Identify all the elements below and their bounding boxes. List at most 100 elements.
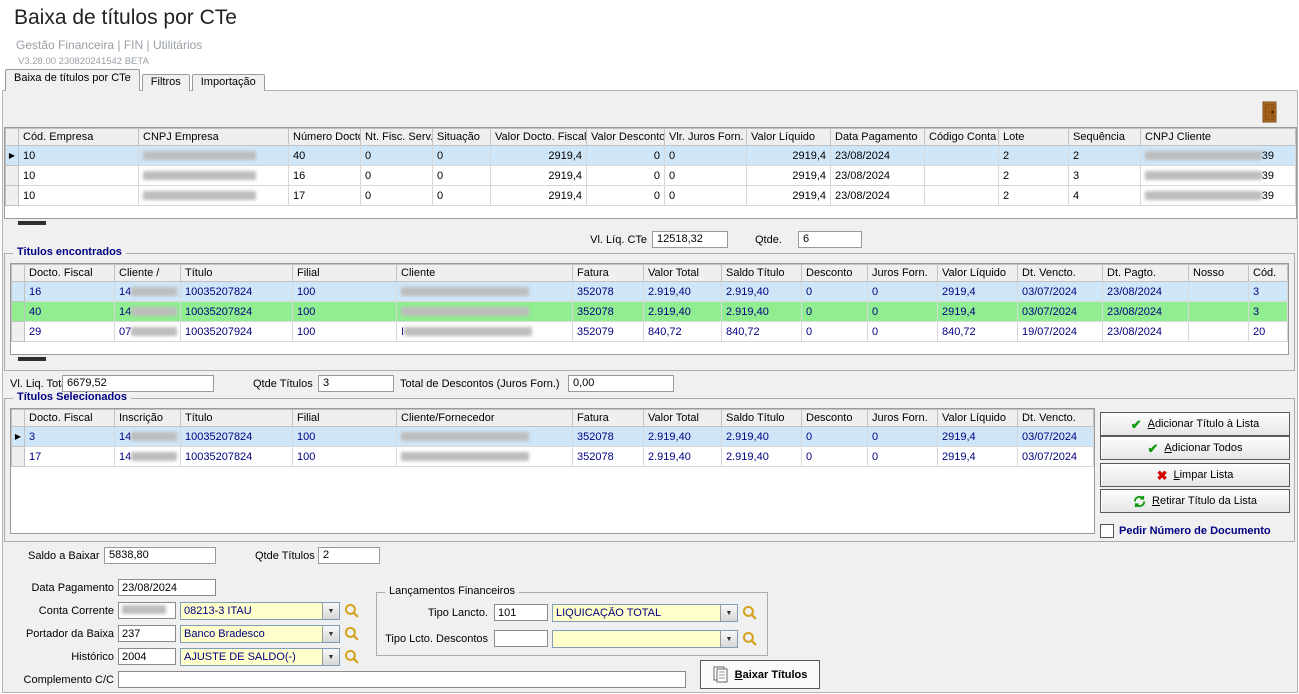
cell[interactable]: 0: [587, 186, 665, 206]
table-row[interactable]: 290710035207924100I352079840,72840,72008…: [12, 322, 1288, 342]
adicionar-titulo-button[interactable]: ✔ Adicionar Título à Lista: [1100, 412, 1290, 436]
column-header[interactable]: Data Pagamento: [831, 129, 925, 146]
tipo-lancto-search[interactable]: [742, 605, 758, 621]
column-header[interactable]: Valor Total: [644, 410, 722, 427]
cell[interactable]: 10: [19, 166, 139, 186]
cell[interactable]: 0: [665, 166, 747, 186]
cell[interactable]: 16: [289, 166, 361, 186]
data-pagamento-input[interactable]: [118, 579, 216, 596]
cell[interactable]: 3: [1249, 302, 1288, 322]
column-header[interactable]: Inscrição: [115, 410, 181, 427]
cell[interactable]: 3: [1069, 166, 1141, 186]
column-header[interactable]: Nosso: [1189, 265, 1249, 282]
cell[interactable]: 0: [433, 146, 491, 166]
column-header[interactable]: Dt. Vencto.: [1018, 265, 1103, 282]
complemento-input[interactable]: [118, 671, 686, 688]
tab-baixa-de-titulos[interactable]: Baixa de títulos por CTe: [5, 69, 140, 91]
tipo-desc-code-input[interactable]: [494, 630, 548, 647]
cell[interactable]: 10035207824: [181, 447, 293, 467]
cell[interactable]: [925, 186, 999, 206]
cell[interactable]: 40: [25, 302, 115, 322]
tipo-lancto-code-input[interactable]: [494, 604, 548, 621]
column-header[interactable]: Cliente: [397, 265, 573, 282]
cell[interactable]: 10035207824: [181, 282, 293, 302]
baixar-titulos-button[interactable]: Baixar Títulos: [700, 660, 820, 689]
historico-combo[interactable]: AJUSTE DE SALDO(-) ▼: [180, 648, 340, 666]
cell[interactable]: 0: [665, 146, 747, 166]
column-header[interactable]: CNPJ Cliente: [1141, 129, 1296, 146]
cell[interactable]: [1189, 282, 1249, 302]
tipo-lancto-combo[interactable]: LIQUICAÇÃO TOTAL ▼: [552, 604, 738, 622]
cell[interactable]: 2.919,40: [722, 282, 802, 302]
cell[interactable]: 03/07/2024: [1018, 302, 1103, 322]
tipo-desc-search[interactable]: [742, 631, 758, 647]
cell[interactable]: 2919,4: [938, 447, 1018, 467]
cell[interactable]: [1189, 302, 1249, 322]
cell[interactable]: [139, 186, 289, 206]
cell[interactable]: 0: [433, 166, 491, 186]
cell[interactable]: 2919,4: [491, 166, 587, 186]
cell[interactable]: 39: [1141, 146, 1296, 166]
cell[interactable]: 10: [19, 146, 139, 166]
cell[interactable]: 840,72: [938, 322, 1018, 342]
cell[interactable]: 20: [1249, 322, 1288, 342]
cell[interactable]: 2919,4: [938, 302, 1018, 322]
cell[interactable]: 16: [25, 282, 115, 302]
column-header[interactable]: Saldo Título: [722, 410, 802, 427]
cell[interactable]: [1189, 322, 1249, 342]
cte-grid-hscroll-thumb[interactable]: [18, 221, 46, 225]
limpar-lista-button[interactable]: ✖ Limpar Lista: [1100, 463, 1290, 487]
checkbox-box[interactable]: [1100, 524, 1114, 538]
cell[interactable]: 3: [25, 427, 115, 447]
cell[interactable]: 100: [293, 282, 397, 302]
cell[interactable]: 07: [115, 322, 181, 342]
cell[interactable]: [397, 427, 573, 447]
column-header[interactable]: Título: [181, 265, 293, 282]
cell[interactable]: 17: [289, 186, 361, 206]
cell[interactable]: 4: [1069, 186, 1141, 206]
cell[interactable]: 23/08/2024: [831, 186, 925, 206]
historico-search[interactable]: [344, 649, 360, 665]
column-header[interactable]: Cliente /: [115, 265, 181, 282]
tab-importacao[interactable]: Importação: [192, 74, 265, 91]
cell[interactable]: 352079: [573, 322, 644, 342]
cell[interactable]: 2.919,40: [722, 447, 802, 467]
cell[interactable]: 0: [868, 282, 938, 302]
column-header[interactable]: Saldo Título: [722, 265, 802, 282]
column-header[interactable]: Desconto: [802, 410, 868, 427]
cell[interactable]: 2.919,40: [644, 302, 722, 322]
conta-corrente-code-input[interactable]: [118, 602, 176, 619]
cell[interactable]: 2: [1069, 146, 1141, 166]
cell[interactable]: 03/07/2024: [1018, 282, 1103, 302]
cell[interactable]: 39: [1141, 166, 1296, 186]
column-header[interactable]: Dt. Pagto.: [1103, 265, 1189, 282]
column-header[interactable]: Fatura: [573, 410, 644, 427]
cell[interactable]: 40: [289, 146, 361, 166]
cell[interactable]: 0: [802, 322, 868, 342]
cell[interactable]: 2.919,40: [644, 427, 722, 447]
cell[interactable]: 100: [293, 447, 397, 467]
column-header[interactable]: Valor Docto. Fiscal: [491, 129, 587, 146]
cell[interactable]: 0: [868, 302, 938, 322]
retirar-titulo-button[interactable]: Retirar Título da Lista: [1100, 489, 1290, 513]
column-header[interactable]: Valor Líquido: [747, 129, 831, 146]
dropdown-arrow-icon[interactable]: ▼: [322, 603, 339, 619]
conta-corrente-search[interactable]: [344, 603, 360, 619]
cell[interactable]: 2919,4: [938, 427, 1018, 447]
column-header[interactable]: Cód. Empresa: [19, 129, 139, 146]
cell[interactable]: 0: [587, 166, 665, 186]
cell[interactable]: 352078: [573, 282, 644, 302]
cell[interactable]: 2919,4: [747, 146, 831, 166]
cell[interactable]: 0: [868, 427, 938, 447]
cell[interactable]: 2: [999, 146, 1069, 166]
cell[interactable]: [139, 146, 289, 166]
portador-combo[interactable]: Banco Bradesco ▼: [180, 625, 340, 643]
cell[interactable]: 352078: [573, 427, 644, 447]
cell[interactable]: 03/07/2024: [1018, 447, 1094, 467]
cell[interactable]: 2919,4: [747, 166, 831, 186]
cell[interactable]: [925, 146, 999, 166]
portador-search[interactable]: [344, 626, 360, 642]
table-row[interactable]: 1017002919,4002919,423/08/20242439: [6, 186, 1296, 206]
cell[interactable]: [397, 302, 573, 322]
cell[interactable]: 2.919,40: [722, 302, 802, 322]
